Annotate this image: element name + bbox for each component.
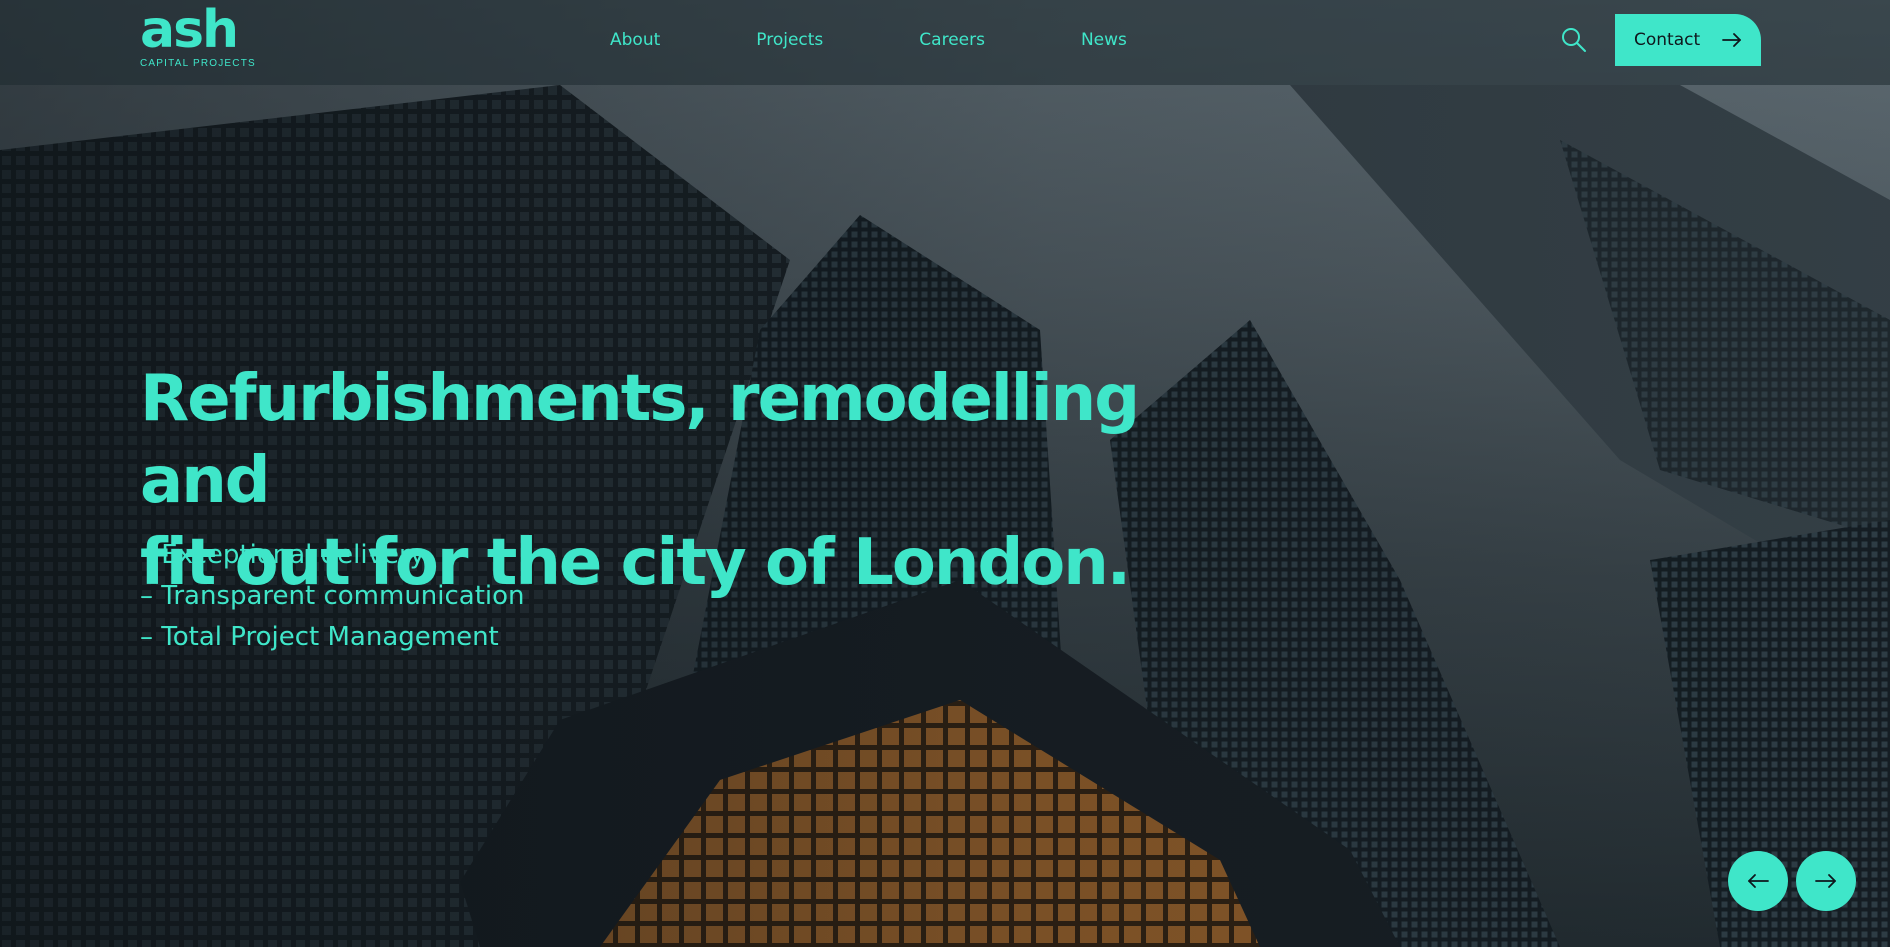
site-header: ash CAPITAL PROJECTS About Projects Care… (0, 0, 1890, 85)
logo-wordmark: ash (140, 0, 239, 60)
contact-button-label: Contact (1634, 30, 1701, 50)
main-nav: About Projects Careers News (610, 0, 1127, 80)
arrow-right-icon (1815, 874, 1836, 888)
nav-item-projects[interactable]: Projects (756, 30, 823, 50)
nav-item-careers[interactable]: Careers (919, 30, 985, 50)
list-item: – Total Project Management (140, 622, 499, 652)
contact-button[interactable]: Contact (1615, 14, 1761, 66)
nav-item-news[interactable]: News (1081, 30, 1127, 50)
list-item: – Exceptional delivery (140, 540, 426, 570)
brand-logo[interactable]: ash CAPITAL PROJECTS (140, 4, 260, 72)
logo-tagline: CAPITAL PROJECTS (140, 58, 256, 69)
arrow-left-icon (1748, 874, 1769, 888)
carousel-next-button[interactable] (1796, 851, 1856, 911)
hero-bullet-list: – Exceptional delivery – Transparent com… (140, 535, 525, 658)
list-item: – Transparent communication (140, 581, 525, 611)
search-icon[interactable] (1560, 26, 1588, 54)
arrow-right-icon (1722, 33, 1742, 47)
carousel-prev-button[interactable] (1728, 851, 1788, 911)
nav-item-about[interactable]: About (610, 30, 660, 50)
hero-headline-line1: Refurbishments, remodelling and (140, 362, 1140, 518)
